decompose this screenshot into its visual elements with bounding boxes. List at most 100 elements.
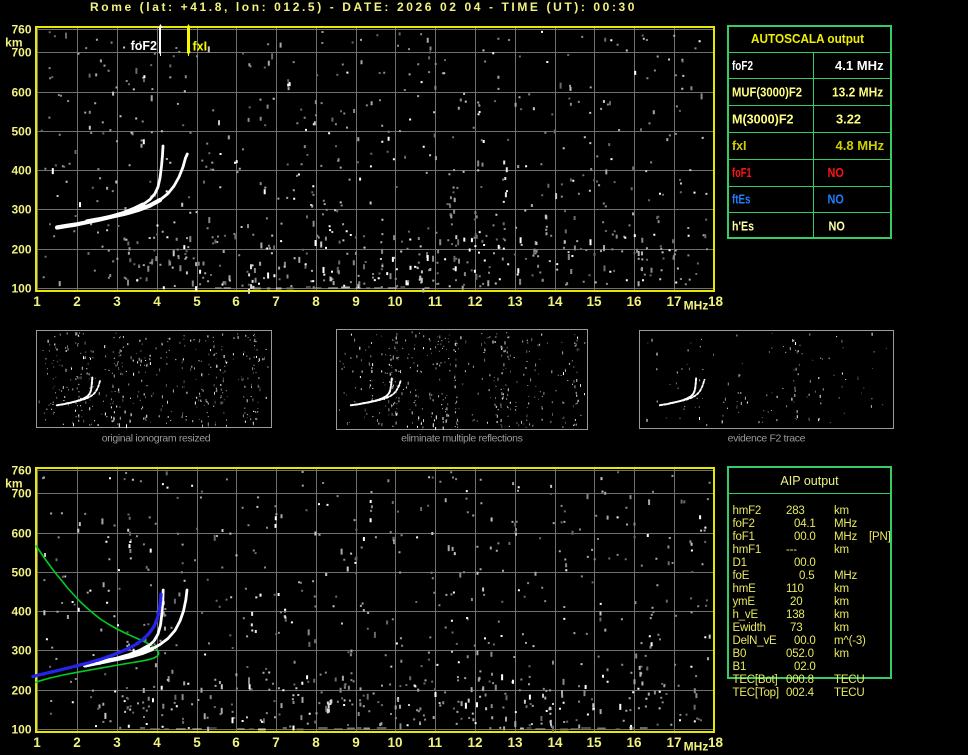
- svg-text:3: 3: [113, 735, 121, 750]
- svg-text:300: 300: [11, 203, 31, 217]
- svg-text:6: 6: [232, 294, 240, 309]
- svg-text:700: 700: [11, 46, 31, 60]
- svg-text:hmE: hmE: [733, 583, 757, 595]
- svg-text:NO: NO: [829, 218, 845, 233]
- svg-text:8: 8: [312, 294, 320, 309]
- svg-text:4.8 MHz: 4.8 MHz: [836, 138, 885, 153]
- svg-text:00.0: 00.0: [794, 557, 816, 569]
- svg-text:B0: B0: [733, 648, 747, 660]
- svg-text:foF1: foF1: [733, 531, 755, 543]
- svg-text:m^(-3): m^(-3): [834, 635, 866, 647]
- svg-text:13.2 MHz: 13.2 MHz: [832, 85, 884, 100]
- svg-text:6: 6: [232, 735, 240, 750]
- svg-text:0.5: 0.5: [799, 570, 814, 582]
- svg-text:16: 16: [626, 294, 642, 309]
- svg-text:002.4: 002.4: [786, 687, 815, 699]
- svg-text:1: 1: [33, 735, 41, 750]
- svg-text:11: 11: [428, 294, 443, 309]
- svg-text:9: 9: [352, 735, 360, 750]
- svg-text:00.0: 00.0: [794, 635, 816, 647]
- svg-text:hmF1: hmF1: [733, 544, 762, 556]
- svg-text:16: 16: [626, 735, 642, 750]
- svg-text:original ionogram resized: original ionogram resized: [102, 433, 211, 445]
- svg-text:13: 13: [507, 294, 523, 309]
- svg-text:18: 18: [708, 294, 724, 309]
- svg-text:MHz: MHz: [684, 740, 709, 754]
- svg-text:600: 600: [11, 527, 31, 541]
- svg-text:15: 15: [586, 294, 602, 309]
- svg-text:20: 20: [790, 596, 802, 608]
- svg-text:NO: NO: [828, 192, 844, 207]
- svg-text:MHz: MHz: [684, 299, 709, 313]
- svg-text:4: 4: [153, 294, 161, 309]
- svg-text:evidence F2 trace: evidence F2 trace: [728, 433, 806, 445]
- svg-text:foF2: foF2: [131, 39, 157, 53]
- svg-text:12: 12: [467, 294, 482, 309]
- svg-text:km: km: [834, 648, 849, 660]
- svg-text:foF1: foF1: [732, 166, 752, 180]
- svg-text:17: 17: [666, 294, 681, 309]
- svg-text:600: 600: [11, 86, 31, 100]
- svg-text:04.1: 04.1: [794, 518, 816, 530]
- svg-text:9: 9: [352, 294, 360, 309]
- svg-text:200: 200: [11, 243, 31, 257]
- svg-text:052.0: 052.0: [786, 648, 814, 660]
- svg-text:TECU: TECU: [834, 674, 865, 686]
- svg-text:10: 10: [387, 735, 402, 750]
- svg-text:MUF(3000)F2: MUF(3000)F2: [732, 86, 802, 100]
- svg-text:500: 500: [11, 566, 31, 580]
- svg-text:13: 13: [507, 735, 523, 750]
- svg-text:500: 500: [11, 125, 31, 139]
- svg-text:8: 8: [312, 735, 320, 750]
- svg-text:ymE: ymE: [733, 596, 756, 608]
- svg-text:km: km: [834, 544, 849, 556]
- svg-text:---: ---: [786, 544, 797, 556]
- svg-text:TEC[Top]: TEC[Top]: [733, 687, 779, 699]
- svg-text:7: 7: [272, 294, 280, 309]
- svg-text:760: 760: [11, 464, 31, 478]
- svg-text:fxI: fxI: [193, 40, 208, 54]
- svg-text:4: 4: [153, 735, 161, 750]
- svg-text:km: km: [834, 583, 849, 595]
- svg-text:14: 14: [547, 294, 563, 309]
- svg-text:110: 110: [786, 583, 804, 595]
- svg-text:100: 100: [11, 282, 31, 296]
- svg-text:2: 2: [73, 735, 81, 750]
- svg-text:283: 283: [786, 505, 805, 517]
- svg-text:D1: D1: [733, 557, 747, 569]
- svg-text:Rome (lat: +41.8, lon: 012.5): Rome (lat: +41.8, lon: 012.5) - DATE: 20…: [90, 0, 637, 14]
- svg-text:11: 11: [428, 735, 443, 750]
- svg-text:200: 200: [11, 684, 31, 698]
- svg-text:km: km: [834, 622, 849, 634]
- svg-text:[PN]: [PN]: [869, 531, 891, 543]
- svg-text:300: 300: [11, 644, 31, 658]
- svg-text:km: km: [834, 609, 849, 621]
- svg-text:00.0: 00.0: [794, 531, 816, 543]
- svg-text:fxI: fxI: [732, 139, 747, 153]
- svg-text:700: 700: [11, 487, 31, 501]
- svg-text:760: 760: [11, 23, 31, 37]
- svg-text:17: 17: [666, 735, 681, 750]
- svg-text:M(3000)F2: M(3000)F2: [732, 112, 794, 126]
- svg-text:5: 5: [193, 735, 201, 750]
- svg-text:2: 2: [73, 294, 81, 309]
- svg-text:000.8: 000.8: [786, 674, 814, 686]
- svg-text:02.0: 02.0: [794, 661, 816, 673]
- svg-text:3.22: 3.22: [836, 111, 861, 126]
- svg-text:14: 14: [547, 735, 563, 750]
- svg-text:ftEs: ftEs: [732, 193, 751, 207]
- svg-text:km: km: [834, 596, 849, 608]
- svg-text:400: 400: [11, 605, 31, 619]
- svg-text:7: 7: [272, 735, 280, 750]
- svg-text:B1: B1: [733, 661, 747, 673]
- svg-text:TEC[Bot]: TEC[Bot]: [733, 674, 778, 686]
- svg-text:foE: foE: [733, 570, 750, 582]
- svg-text:MHz: MHz: [834, 531, 857, 543]
- svg-text:AIP output: AIP output: [780, 474, 839, 488]
- svg-text:100: 100: [11, 723, 31, 737]
- svg-text:12: 12: [467, 735, 482, 750]
- svg-text:3: 3: [113, 294, 121, 309]
- svg-text:foF2: foF2: [733, 518, 755, 530]
- svg-text:h'Es: h'Es: [732, 219, 754, 233]
- svg-text:15: 15: [586, 735, 602, 750]
